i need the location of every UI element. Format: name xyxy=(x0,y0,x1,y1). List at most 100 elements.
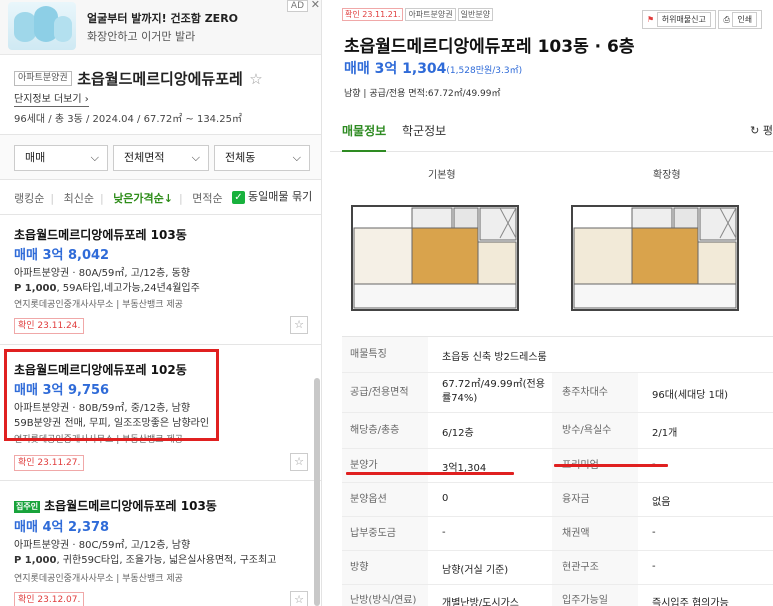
table-value: 즉시입주 협의가능 xyxy=(652,598,729,606)
table-value: - xyxy=(652,527,656,538)
building-filter[interactable]: 전체동 ⌵ xyxy=(214,145,310,171)
table-value: 개별난방/도시가스 xyxy=(442,598,519,606)
table-row: 납부중도금 - 채권액 - xyxy=(342,517,773,551)
table-key: 해당층/총층 xyxy=(342,413,428,448)
sort-area[interactable]: 면적순 xyxy=(192,192,222,205)
table-key: 납부중도금 xyxy=(342,517,428,550)
detail-title: 초읍월드메르디앙에듀포레 103동 · 6층 xyxy=(344,37,635,57)
table-key: 공급/전용면적 xyxy=(342,373,428,412)
filter-label: 전체면적 xyxy=(124,151,165,164)
filter-bar: 매매 ⌵ 전체면적 ⌵ 전체동 ⌵ xyxy=(0,134,321,180)
chevron-down-icon: ⌵ xyxy=(90,151,99,164)
owner-badge: 집주인 xyxy=(14,500,41,513)
listing-title: 집주인 초읍월드메르디앙에듀포레 103동 xyxy=(14,499,217,513)
listing-price: 매매 4억 2,378 xyxy=(14,520,110,535)
star-icon[interactable]: ☆ xyxy=(249,70,262,88)
detail-tabs: 매물정보 학군정보 ↻ 평 xyxy=(330,112,773,152)
checkbox-checked-icon[interactable]: ✓ xyxy=(232,190,245,204)
table-key: 총주차대수 xyxy=(552,373,638,412)
table-value: 초읍동 신축 방2드레스룸 xyxy=(442,352,547,363)
filter-label: 매매 xyxy=(25,151,46,164)
tab-listing-info[interactable]: 매물정보 xyxy=(342,122,386,139)
detail-tags: 확인 23.11.21. 아파트분양권 일반분양 xyxy=(342,8,495,21)
table-row: 난방(방식/연료) 개별난방/도시가스 입주가능일 즉시입주 협의가능 xyxy=(342,585,773,606)
table-key: 분양옵션 xyxy=(342,483,428,516)
area-unit-toggle[interactable]: ↻ 평 xyxy=(750,122,773,138)
floor-plans: 기본형 확장형 xyxy=(330,152,773,330)
listing-agent: 연지롯데공인중개사사무소 | 부동산뱅크 제공 xyxy=(14,574,183,584)
sort-ranking[interactable]: 랭킹순 xyxy=(14,192,44,205)
listing-item[interactable]: 집주인 초읍월드메르디앙에듀포레 103동 매매 4억 2,378 아파트분양권 … xyxy=(0,480,321,606)
chevron-down-icon: ⌵ xyxy=(292,151,301,164)
trade-type-filter[interactable]: 매매 ⌵ xyxy=(14,145,108,171)
table-value: 2/1개 xyxy=(652,428,678,439)
confirm-date-badge: 확인 23.11.24. xyxy=(14,318,85,334)
plan-label-basic: 기본형 xyxy=(428,170,456,181)
detail-panel: 확인 23.11.21. 아파트분양권 일반분양 ⚑ 허위매물신고 ⎙ 인쇄 초읍월… xyxy=(330,0,773,606)
table-value: - xyxy=(652,561,656,572)
listing-desc: P 1,000, 귀한59C타입, 조율가능, 넓은실사용면적, 구조최고 xyxy=(14,555,277,566)
ad-subtitle: 화장안하고 이거만 발라 xyxy=(87,30,196,43)
table-key: 입주가능일 xyxy=(552,585,638,606)
listing-detail-table: 매물특징 초읍동 신축 방2드레스룸 공급/전용면적 67.72㎡/49.99㎡… xyxy=(342,336,773,606)
table-key: 분양가 xyxy=(342,449,428,482)
toggle-label: 동일매물 묶기 xyxy=(248,190,313,203)
listing-desc: P 1,000, 59A타입,네고가능,24년4월입주 xyxy=(14,283,200,294)
scrollbar[interactable] xyxy=(314,378,320,606)
floor-plan-basic-image[interactable] xyxy=(350,204,520,314)
table-value: 0 xyxy=(442,493,449,504)
sort-latest[interactable]: 최신순 xyxy=(64,192,94,205)
table-key: 현관구조 xyxy=(552,551,638,584)
listing-item[interactable]: 초읍월드메르디앙에듀포레 103동 매매 3억 8,042 아파트분양권 · 8… xyxy=(0,214,321,344)
table-key: 융자금 xyxy=(552,483,638,516)
tab-school-info[interactable]: 학군정보 xyxy=(402,122,446,139)
complex-header: 아파트분양권 초읍월드메르디앙에듀포레 ☆ xyxy=(14,68,314,89)
area-filter[interactable]: 전체면적 ⌵ xyxy=(113,145,209,171)
detail-summary: 남향 | 공급/전용 면적:67.72㎡/49.99㎡ xyxy=(344,89,501,99)
ad-banner[interactable]: 얼굴부터 발까지! 건조함 ZERO 화장안하고 이거만 발라 AD ✕ xyxy=(0,0,321,55)
table-value: - xyxy=(442,527,446,538)
table-row: 분양옵션 0 융자금 없음 xyxy=(342,483,773,517)
table-key: 채권액 xyxy=(552,517,638,550)
table-key: 방수/욕실수 xyxy=(552,413,638,448)
favorite-star-icon[interactable]: ☆ xyxy=(290,591,308,606)
highlight-underline xyxy=(346,472,514,475)
table-key: 매물특징 xyxy=(342,337,428,372)
highlight-underline xyxy=(554,464,668,467)
ad-image xyxy=(8,2,76,50)
listing-price: 매매 3억 8,042 xyxy=(14,248,110,263)
ad-title: 얼굴부터 발까지! 건조함 ZERO xyxy=(87,12,239,25)
print-button[interactable]: ⎙ 인쇄 xyxy=(718,10,763,29)
group-same-listing-toggle[interactable]: ✓ 동일매물 묶기 xyxy=(232,188,312,204)
confirm-date-badge: 확인 23.12.07. xyxy=(14,592,85,606)
favorite-star-icon[interactable]: ☆ xyxy=(290,316,308,334)
complex-title: 초읍월드메르디앙에듀포레 xyxy=(77,70,243,88)
table-value: 96대(세대당 1대) xyxy=(652,390,729,401)
table-row: 공급/전용면적 67.72㎡/49.99㎡(전용률74%) 총주차대수 96대(… xyxy=(342,373,773,413)
confirm-tag: 확인 23.11.21. xyxy=(342,8,404,21)
listing-title: 초읍월드메르디앙에듀포레 103동 xyxy=(14,228,187,242)
table-value: 67.72㎡/49.99㎡(전용률74%) xyxy=(442,379,545,404)
table-row: 해당층/총층 6/12층 방수/욕실수 2/1개 xyxy=(342,413,773,449)
table-row: 방향 남향(거실 기준) 현관구조 - xyxy=(342,551,773,585)
complex-stats: 96세대 / 총 3동 / 2024.04 / 67.72㎡ ~ 134.25㎡ xyxy=(14,114,242,125)
detail-price: 매매 3억 1,304(1,528만원/3.3㎡) xyxy=(344,61,523,77)
table-value: 남향(거실 기준) xyxy=(442,565,509,576)
close-icon[interactable]: ✕ xyxy=(311,0,320,11)
complex-info-link[interactable]: 단지정보 더보기 › xyxy=(14,94,89,107)
chevron-down-icon: ⌵ xyxy=(191,151,200,164)
table-value: 없음 xyxy=(652,497,671,508)
table-key: 난방(방식/연료) xyxy=(342,585,428,606)
report-button[interactable]: ⚑ 허위매물신고 xyxy=(642,10,716,29)
highlight-annotation xyxy=(4,349,219,441)
complex-type-tag: 아파트분양권 xyxy=(14,71,72,86)
favorite-star-icon[interactable]: ☆ xyxy=(290,453,308,471)
sale-tag: 일반분양 xyxy=(457,8,494,21)
listing-panel: 얼굴부터 발까지! 건조함 ZERO 화장안하고 이거만 발라 AD ✕ 아파트… xyxy=(0,0,322,606)
floor-plan-extended-image[interactable] xyxy=(570,204,740,314)
filter-label: 전체동 xyxy=(225,151,256,164)
ad-badge: AD xyxy=(286,0,308,12)
plan-label-extended: 확장형 xyxy=(653,170,681,181)
confirm-date-badge: 확인 23.11.27. xyxy=(14,455,85,471)
sort-low-price[interactable]: 낮은가격순↓ xyxy=(113,192,173,205)
